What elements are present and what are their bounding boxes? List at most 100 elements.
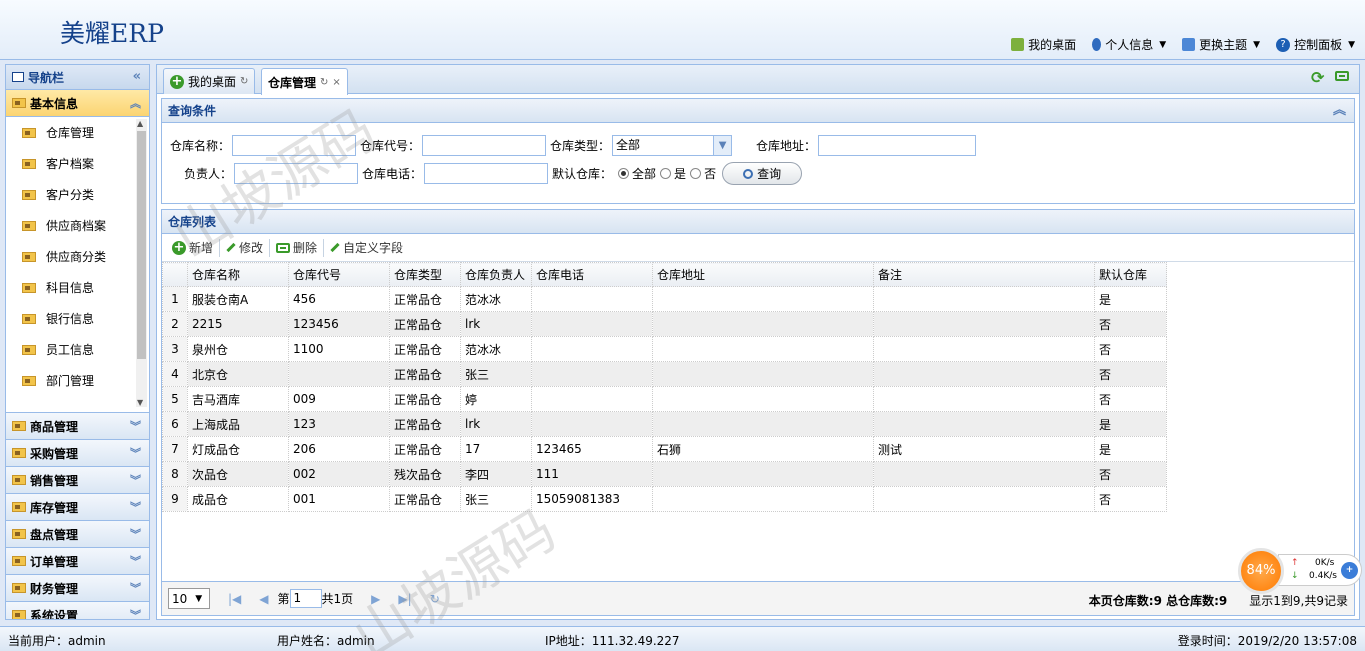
sidebar-group-stocktake[interactable]: 盘点管理 ︾ bbox=[6, 521, 149, 548]
sidebar-group-settings[interactable]: 系统设置 ︾ bbox=[6, 602, 149, 619]
delete-button[interactable]: 删除 bbox=[270, 237, 323, 259]
sidebar-group-basic-info[interactable]: 基本信息 ︽ bbox=[6, 90, 149, 117]
refresh-icon[interactable]: ↻ bbox=[240, 76, 248, 87]
radio-label-no: 否 bbox=[704, 167, 717, 181]
scrollbar-thumb[interactable] bbox=[137, 131, 146, 359]
group-label: 商品管理 bbox=[30, 419, 79, 434]
network-speed-widget[interactable]: ↑ 0K/s ↓ 0.4K/s + 84% bbox=[1238, 548, 1362, 594]
cell-name: 北京仓 bbox=[187, 361, 289, 387]
status-user-name: 用户姓名：admin bbox=[277, 634, 375, 648]
refresh-icon[interactable]: ↻ bbox=[430, 592, 440, 606]
sidebar-item-label: 部门管理 bbox=[46, 374, 95, 388]
sidebar-item-customer[interactable]: 客户档案 bbox=[6, 148, 149, 179]
table-row[interactable]: 3 泉州仓 1100 正常品仓 范冰冰 否 bbox=[162, 336, 1167, 362]
nav-profile[interactable]: 个人信息 ▼ bbox=[1092, 36, 1166, 53]
table-row[interactable]: 6 上海成品 123 正常品仓 lrk 是 bbox=[162, 411, 1167, 437]
sidebar-item-customer-category[interactable]: 客户分类 bbox=[6, 179, 149, 210]
column-header[interactable]: 仓库地址 bbox=[652, 262, 874, 287]
radio-no[interactable] bbox=[690, 168, 702, 179]
cell-address bbox=[652, 461, 874, 487]
nav-my-desktop[interactable]: 我的桌面 bbox=[1011, 36, 1076, 53]
warehouse-type-select[interactable]: 全部 ▼ bbox=[612, 135, 733, 156]
nav-control-panel[interactable]: ? 控制面板 ▼ bbox=[1276, 36, 1355, 53]
cell-remark bbox=[873, 411, 1095, 437]
next-page-icon[interactable]: ▶ bbox=[371, 592, 380, 606]
scroll-down-icon[interactable]: ▼ bbox=[137, 398, 143, 407]
last-page-icon[interactable]: ▶| bbox=[398, 592, 411, 606]
tab-warehouse[interactable]: 仓库管理 ↻ × bbox=[261, 68, 348, 95]
sidebar-group-goods[interactable]: 商品管理 ︾ bbox=[6, 413, 149, 440]
cell-type: 正常品仓 bbox=[389, 411, 461, 437]
collapse-sidebar-icon[interactable]: « bbox=[133, 69, 141, 84]
cell-name: 吉马酒库 bbox=[187, 386, 289, 412]
sidebar-item-department[interactable]: 部门管理 bbox=[6, 365, 149, 396]
table-row[interactable]: 7 灯成品仓 206 正常品仓 17 123465 石狮 测试 是 bbox=[162, 436, 1167, 462]
table-row[interactable]: 4 北京仓 正常品仓 张三 否 bbox=[162, 361, 1167, 387]
radio-yes[interactable] bbox=[660, 168, 672, 179]
column-header[interactable]: 默认仓库 bbox=[1094, 262, 1167, 287]
chevron-down-icon: ︾ bbox=[130, 447, 141, 460]
manager-input[interactable] bbox=[234, 163, 358, 184]
sidebar-item-supplier[interactable]: 供应商档案 bbox=[6, 210, 149, 241]
custom-fields-button[interactable]: 自定义字段 bbox=[324, 237, 409, 259]
list-toolbar: + 新增 修改 删除 自定义字段 bbox=[162, 234, 1354, 262]
column-header[interactable]: 仓库类型 bbox=[389, 262, 461, 287]
add-icon: + bbox=[172, 239, 186, 255]
table-row[interactable]: 1 服装仓南A 456 正常品仓 范冰冰 是 bbox=[162, 286, 1167, 312]
sidebar-item-bank[interactable]: 银行信息 bbox=[6, 303, 149, 334]
sidebar-group-orders[interactable]: 订单管理 ︾ bbox=[6, 548, 149, 575]
sidebar-group-inventory[interactable]: 库存管理 ︾ bbox=[6, 494, 149, 521]
chevron-up-icon[interactable]: ︽ bbox=[1333, 99, 1346, 123]
table-row[interactable]: 5 吉马酒库 009 正常品仓 婷 否 bbox=[162, 386, 1167, 412]
sidebar-group-finance[interactable]: 财务管理 ︾ bbox=[6, 575, 149, 602]
sidebar-item-employee[interactable]: 员工信息 bbox=[6, 334, 149, 365]
refresh-icon[interactable]: ↻ bbox=[320, 77, 328, 88]
cell-remark bbox=[873, 286, 1095, 312]
cell-default: 是 bbox=[1094, 286, 1167, 312]
cell-phone bbox=[531, 361, 653, 387]
chevron-down-icon: ︾ bbox=[130, 528, 141, 541]
sidebar-item-supplier-category[interactable]: 供应商分类 bbox=[6, 241, 149, 272]
row-number: 1 bbox=[162, 286, 188, 312]
column-header[interactable]: 仓库负责人 bbox=[460, 262, 532, 287]
radio-all[interactable] bbox=[618, 168, 630, 179]
sidebar-group-sales[interactable]: 销售管理 ︾ bbox=[6, 467, 149, 494]
page-number-input[interactable]: 1 bbox=[289, 589, 322, 608]
cell-type: 正常品仓 bbox=[389, 486, 461, 512]
prev-page-icon[interactable]: ◀ bbox=[259, 592, 268, 606]
nav-theme[interactable]: 更换主题 ▼ bbox=[1182, 36, 1260, 53]
column-header[interactable]: 备注 bbox=[873, 262, 1095, 287]
edit-button[interactable]: 修改 bbox=[220, 237, 269, 259]
column-header[interactable]: 仓库名称 bbox=[187, 262, 289, 287]
sidebar-item-label: 银行信息 bbox=[46, 312, 95, 326]
close-icon[interactable]: × bbox=[332, 77, 340, 88]
column-header[interactable]: 仓库电话 bbox=[531, 262, 653, 287]
sidebar-scrollbar[interactable]: ▲ ▼ bbox=[136, 119, 147, 407]
table-row[interactable]: 2 2215 123456 正常品仓 lrk 否 bbox=[162, 311, 1167, 337]
warehouse-code-input[interactable] bbox=[422, 135, 547, 156]
cell-manager: lrk bbox=[460, 411, 532, 437]
table-row[interactable]: 8 次品仓 002 残次品仓 李四 111 否 bbox=[162, 461, 1167, 487]
sidebar-item-warehouse[interactable]: 仓库管理 bbox=[6, 117, 149, 148]
warehouse-list-panel: 仓库列表 + 新增 修改 删除 自定义字段 仓库名称 仓库代号 仓库类型 仓库负… bbox=[161, 209, 1355, 616]
warehouse-name-input[interactable] bbox=[232, 135, 357, 156]
query-row-1: 仓库名称： 仓库代号： 仓库类型： 全部 ▼ 仓库地址： bbox=[170, 135, 977, 156]
warehouse-address-input[interactable] bbox=[818, 135, 977, 156]
page-size-select[interactable]: 10 ▼ bbox=[168, 588, 210, 609]
column-header[interactable]: 仓库代号 bbox=[288, 262, 390, 287]
add-button[interactable]: + 新增 bbox=[166, 237, 219, 259]
plus-icon[interactable]: + bbox=[1341, 562, 1358, 579]
refresh-all-icon[interactable]: ⟳ bbox=[1311, 70, 1329, 88]
sidebar-group-purchase[interactable]: 采购管理 ︾ bbox=[6, 440, 149, 467]
minimize-icon[interactable] bbox=[1335, 70, 1353, 88]
first-page-icon[interactable]: |◀ bbox=[228, 592, 241, 606]
phone-input[interactable] bbox=[424, 163, 549, 184]
sidebar-group-body: 仓库管理 客户档案 客户分类 供应商档案 供应商分类 科目信息 银行信息 员工信… bbox=[6, 117, 149, 413]
table-row[interactable]: 9 成品仓 001 正常品仓 张三 15059081383 否 bbox=[162, 486, 1167, 512]
theme-icon bbox=[1182, 38, 1196, 51]
scroll-up-icon[interactable]: ▲ bbox=[137, 119, 143, 128]
sidebar-item-account[interactable]: 科目信息 bbox=[6, 272, 149, 303]
query-button[interactable]: 查询 bbox=[722, 162, 803, 185]
tab-my-desktop[interactable]: + 我的桌面 ↻ bbox=[163, 68, 256, 94]
sidebar-item-label: 仓库管理 bbox=[46, 126, 95, 140]
